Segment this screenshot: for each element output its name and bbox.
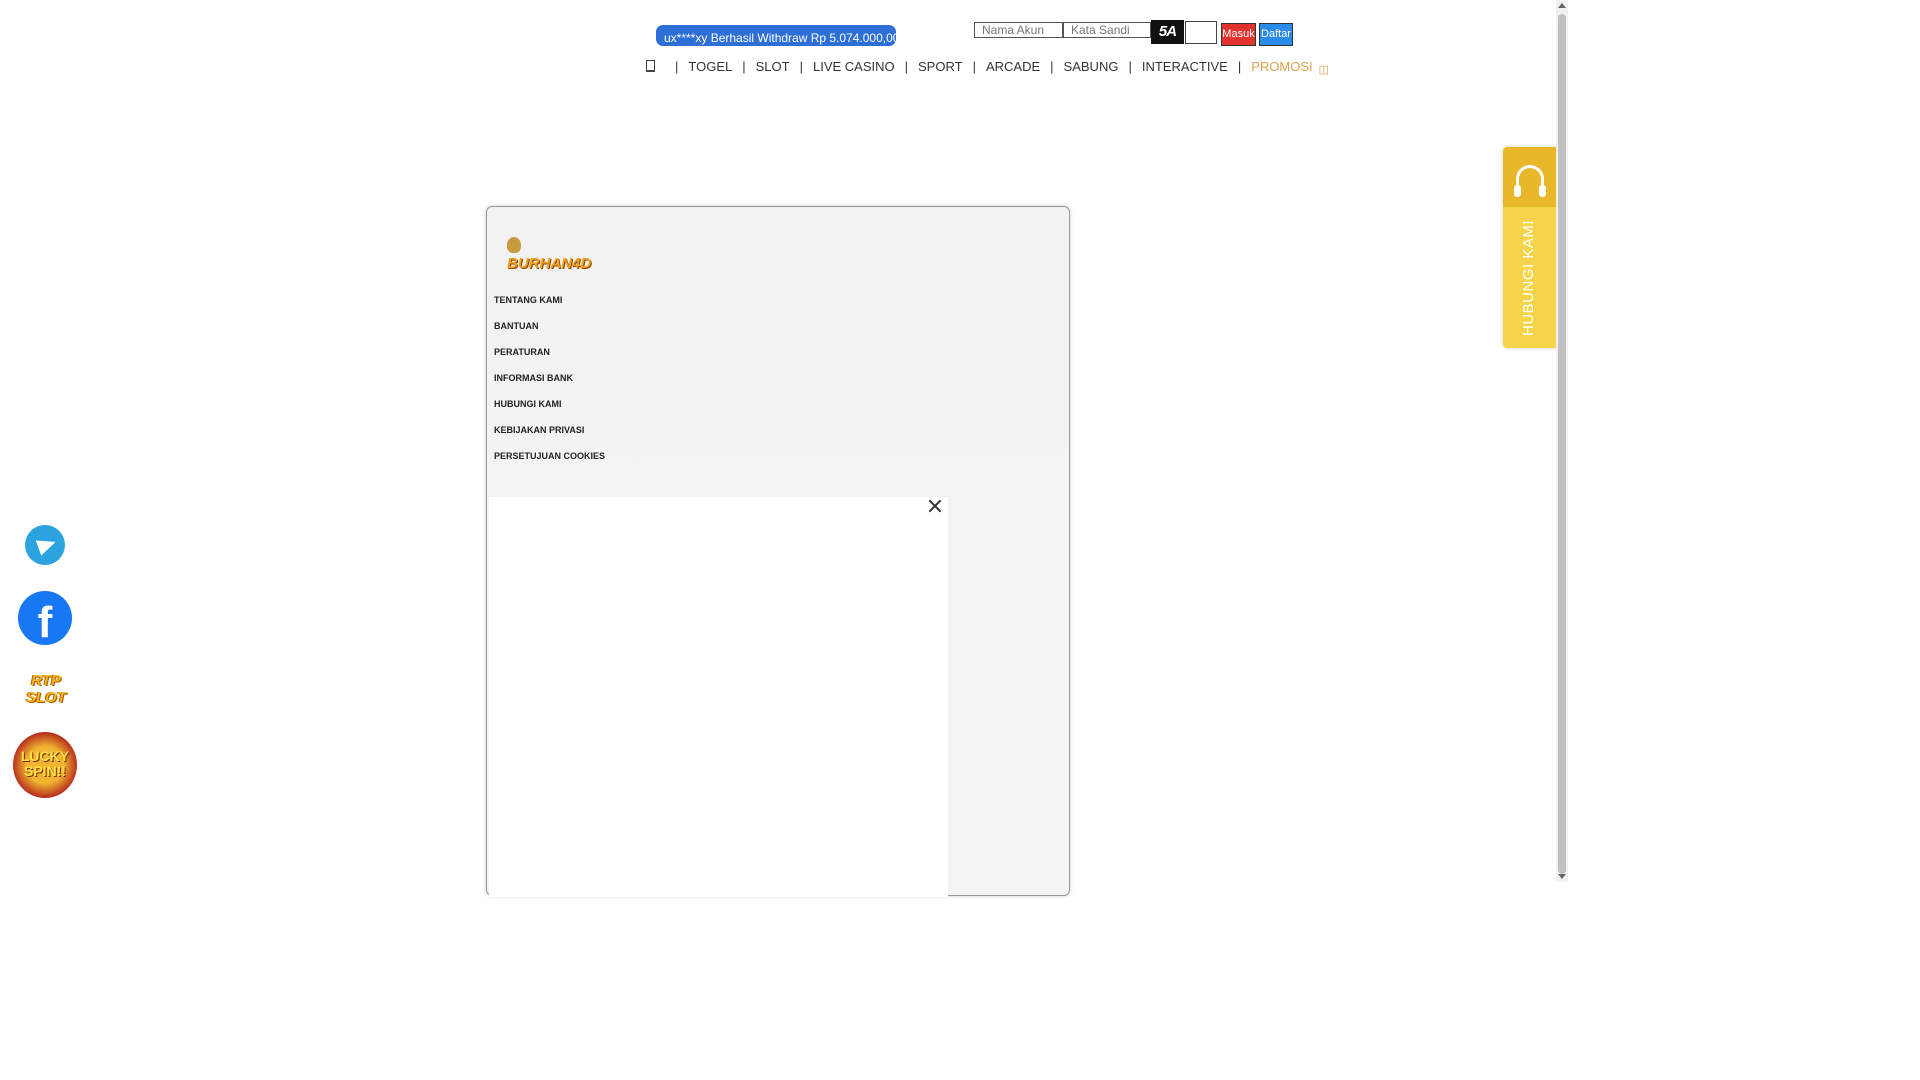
- nav-separator: |: [1050, 58, 1054, 74]
- close-icon[interactable]: [926, 497, 944, 515]
- scroll-thumb[interactable]: [1558, 14, 1566, 874]
- nav-promosi[interactable]: PROMOSI: [1251, 59, 1312, 74]
- contact-tab-label: HUBUNGI KAMI: [1520, 219, 1537, 336]
- nav-live-casino[interactable]: LIVE CASINO: [813, 59, 895, 74]
- captcha-image: 5A: [1151, 20, 1184, 44]
- nav-sabung[interactable]: SABUNG: [1064, 59, 1119, 74]
- site-logo[interactable]: BURHAN4D: [507, 237, 603, 272]
- password-input[interactable]: [1063, 22, 1151, 38]
- nav-sport[interactable]: SPORT: [918, 59, 963, 74]
- info-menu: TENTANG KAMI BANTUAN PERATURAN INFORMASI…: [494, 293, 605, 475]
- nav-separator: |: [742, 58, 746, 74]
- contact-tab-body: HUBUNGI KAMI: [1503, 207, 1556, 348]
- lucky-badge-line1: LUCKY: [20, 748, 70, 764]
- popup-modal: [489, 497, 948, 897]
- logo-text: BURHAN4D: [507, 255, 592, 272]
- info-panel: BURHAN4D TENTANG KAMI BANTUAN PERATURAN …: [486, 206, 1070, 897]
- rtp-slot-badge[interactable]: RTP SLOT: [20, 672, 72, 712]
- home-icon[interactable]: [646, 60, 655, 72]
- menu-item-persetujuan-cookies[interactable]: PERSETUJUAN COOKIES: [494, 449, 605, 475]
- scroll-down-icon[interactable]: [1558, 874, 1566, 879]
- facebook-icon[interactable]: f: [18, 591, 72, 645]
- nav-togel[interactable]: TOGEL: [688, 59, 732, 74]
- contact-tab-header: [1503, 147, 1556, 207]
- ticker-text: ux****xy Berhasil Withdraw Rp 5.074.000,…: [664, 31, 896, 45]
- rtp-badge-line1: RTP: [31, 672, 61, 689]
- login-button[interactable]: Masuk: [1221, 23, 1256, 46]
- gift-icon: ◫: [1318, 63, 1330, 76]
- nav-separator: |: [1237, 58, 1242, 74]
- menu-item-bantuan[interactable]: BANTUAN: [494, 319, 605, 345]
- nav-interactive[interactable]: INTERACTIVE: [1142, 59, 1228, 74]
- nav-separator: |: [1128, 58, 1132, 74]
- page-scrollbar[interactable]: [1556, 0, 1568, 882]
- username-input[interactable]: [974, 22, 1063, 38]
- menu-item-kebijakan-privasi[interactable]: KEBIJAKAN PRIVASI: [494, 423, 605, 449]
- headset-icon: [1513, 165, 1546, 197]
- nav-separator: |: [799, 58, 803, 74]
- contact-us-tab[interactable]: HUBUNGI KAMI: [1503, 147, 1556, 348]
- menu-item-informasi-bank[interactable]: INFORMASI BANK: [494, 371, 605, 397]
- telegram-icon[interactable]: [25, 525, 65, 565]
- lucky-spin-badge[interactable]: LUCKY SPIN!!: [13, 732, 77, 798]
- nav-arcade[interactable]: ARCADE: [986, 59, 1040, 74]
- scroll-up-icon[interactable]: [1558, 3, 1566, 8]
- menu-item-tentang-kami[interactable]: TENTANG KAMI: [494, 293, 605, 319]
- captcha-input[interactable]: [1185, 21, 1217, 44]
- nav-slot[interactable]: SLOT: [756, 59, 790, 74]
- nav-separator: |: [904, 58, 909, 74]
- lucky-badge-line2: SPIN!!: [24, 763, 66, 779]
- nav-separator: |: [972, 58, 976, 74]
- paper-plane-glyph: [35, 534, 59, 556]
- menu-item-hubungi-kami[interactable]: HUBUNGI KAMI: [494, 397, 605, 423]
- menu-item-peraturan[interactable]: PERATURAN: [494, 345, 605, 371]
- nav-separator: |: [675, 58, 679, 74]
- rtp-badge-line2: SLOT: [26, 689, 66, 706]
- register-button[interactable]: Daftar: [1259, 23, 1293, 46]
- main-nav: | TOGEL | SLOT | LIVE CASINO | SPORT | A…: [646, 57, 1330, 76]
- owl-icon: [507, 237, 521, 253]
- withdraw-ticker: ux****xy Berhasil Withdraw Rp 5.074.000,…: [656, 25, 896, 46]
